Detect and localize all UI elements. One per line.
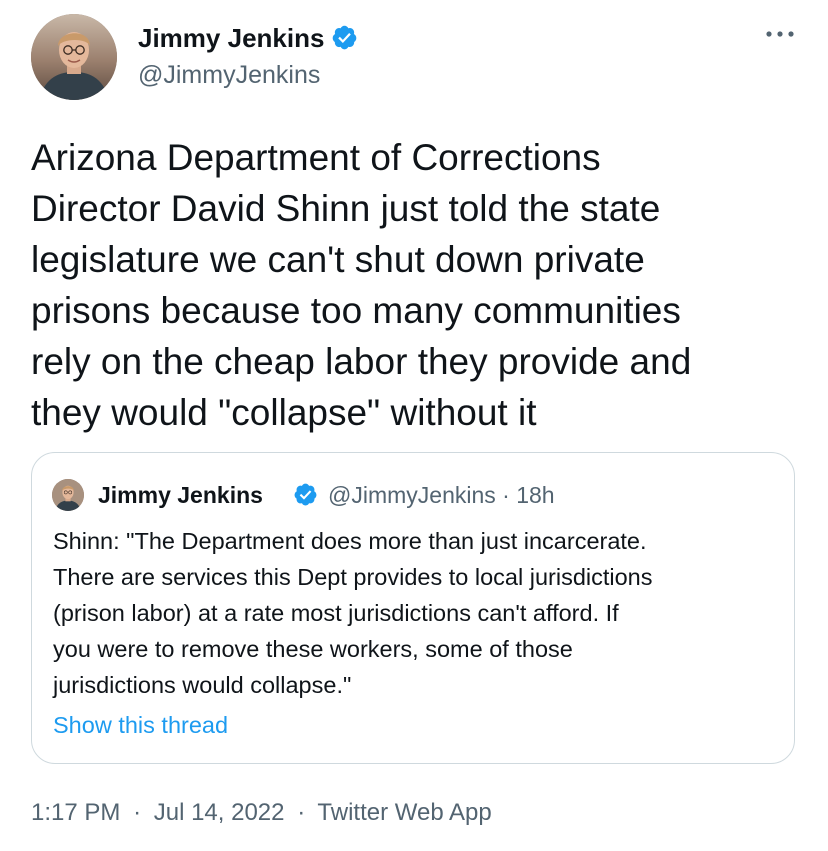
quoted-author-avatar[interactable] bbox=[52, 479, 84, 511]
author-avatar[interactable] bbox=[31, 14, 117, 100]
quoted-text-line: Shinn: "The Department does more than ju… bbox=[53, 528, 647, 554]
tweet-text: Arizona Department of Corrections Direct… bbox=[31, 132, 811, 438]
quoted-text-line: There are services this Dept provides to… bbox=[53, 564, 653, 590]
author-handle[interactable]: @JimmyJenkins bbox=[138, 60, 320, 90]
quoted-text-line: jurisdictions would collapse." bbox=[53, 672, 352, 698]
more-options-icon[interactable] bbox=[764, 28, 796, 40]
author-name[interactable]: Jimmy Jenkins bbox=[138, 22, 324, 54]
tweet-text-line: Arizona Department of Corrections bbox=[31, 137, 601, 178]
quoted-avatar-image bbox=[52, 479, 84, 511]
tweet-text-line: they would "collapse" without it bbox=[31, 392, 537, 433]
verified-badge-icon bbox=[332, 25, 357, 50]
tweet-source[interactable]: Twitter Web App bbox=[317, 799, 491, 826]
tweet-text-line: rely on the cheap labor they provide and bbox=[31, 341, 692, 382]
meta-separator: · bbox=[297, 799, 306, 826]
quoted-tweet-card[interactable]: Jimmy Jenkins @JimmyJenkins · 18h Shinn:… bbox=[31, 452, 795, 764]
quoted-author-name[interactable]: Jimmy Jenkins bbox=[98, 480, 263, 510]
tweet: Jimmy Jenkins @JimmyJenkins Arizona Depa… bbox=[0, 0, 828, 851]
tweet-text-line: legislature we can't shut down private bbox=[31, 239, 645, 280]
quoted-tweet-text: Shinn: "The Department does more than ju… bbox=[53, 523, 783, 703]
show-thread-link[interactable]: Show this thread bbox=[53, 709, 228, 741]
tweet-text-line: Director David Shinn just told the state bbox=[31, 188, 661, 229]
quoted-handle-time[interactable]: @JimmyJenkins · 18h bbox=[328, 480, 555, 510]
tweet-time[interactable]: 1:17 PM bbox=[31, 799, 120, 826]
tweet-text-line: prisons because too many communities bbox=[31, 290, 681, 331]
quoted-verified-badge-icon bbox=[294, 483, 317, 506]
tweet-meta: 1:17 PM · Jul 14, 2022 · Twitter Web App bbox=[31, 797, 492, 829]
meta-separator: · bbox=[133, 799, 142, 826]
tweet-date[interactable]: Jul 14, 2022 bbox=[154, 799, 285, 826]
quoted-text-line: (prison labor) at a rate most jurisdicti… bbox=[53, 600, 619, 626]
avatar-image bbox=[31, 14, 117, 100]
quoted-text-line: you were to remove these workers, some o… bbox=[53, 636, 573, 662]
